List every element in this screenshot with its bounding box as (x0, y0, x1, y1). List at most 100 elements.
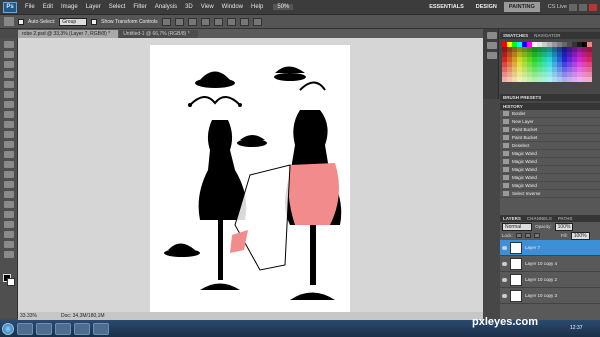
background-color-swatch[interactable] (7, 278, 15, 286)
distribute-vertical-icon[interactable] (252, 17, 262, 26)
history-brush-tool-icon[interactable] (4, 131, 14, 138)
layer-row[interactable]: Layer 10 copy 3 (500, 288, 600, 304)
healing-brush-tool-icon[interactable] (4, 101, 14, 108)
move-tool-icon[interactable] (4, 41, 14, 48)
panel-adjust-icon[interactable] (487, 42, 497, 49)
move-tool-icon[interactable] (4, 17, 14, 26)
swatch[interactable] (587, 77, 592, 82)
lasso-tool-icon[interactable] (4, 61, 14, 68)
menu-layer[interactable]: Layer (82, 4, 105, 10)
clone-stamp-tool-icon[interactable] (4, 121, 14, 128)
align-bottom-icon[interactable] (187, 17, 197, 26)
path-selection-tool-icon[interactable] (4, 201, 14, 208)
hand-tool-icon[interactable] (4, 241, 14, 248)
eye-icon[interactable] (502, 293, 507, 298)
eyedropper-tool-icon[interactable] (4, 91, 14, 98)
taskbar-browser-icon[interactable] (36, 322, 52, 335)
history-item[interactable]: Border (500, 110, 600, 118)
brush-presets-title[interactable]: BRUSH PRESETS (503, 95, 541, 100)
align-center-icon[interactable] (213, 17, 223, 26)
tab-untitled-1[interactable]: Untitled-1 @ 66,7% (RGB/8) * (119, 30, 198, 38)
zoom-status[interactable]: 33.33% (20, 313, 37, 319)
workspace-painting[interactable]: PAINTING (503, 2, 540, 12)
menu-file[interactable]: File (21, 4, 39, 10)
document-canvas[interactable] (150, 45, 350, 312)
swatch-grid[interactable] (502, 42, 598, 82)
layer-row[interactable]: Layer 10 copy 2 (500, 272, 600, 288)
history-item[interactable]: Magic Wand (500, 166, 600, 174)
history-item[interactable]: Select Inverse (500, 190, 600, 198)
distribute-icon[interactable] (239, 17, 249, 26)
history-title[interactable]: HISTORY (503, 104, 523, 109)
layer-row[interactable]: Layer 7 (500, 240, 600, 256)
auto-select-dropdown[interactable]: Group (59, 17, 88, 26)
taskbar-app-icon[interactable] (93, 322, 109, 335)
workspace-essentials[interactable]: ESSENTIALS (424, 2, 469, 12)
marquee-tool-icon[interactable] (4, 51, 14, 58)
dodge-tool-icon[interactable] (4, 171, 14, 178)
crop-tool-icon[interactable] (4, 81, 14, 88)
shape-tool-icon[interactable] (4, 211, 14, 218)
fill-field[interactable]: 100% (570, 231, 590, 240)
menu-analysis[interactable]: Analysis (151, 4, 181, 10)
menu-filter[interactable]: Filter (129, 4, 150, 10)
eye-icon[interactable] (502, 261, 507, 266)
tab-paths[interactable]: PATHS (558, 216, 573, 221)
history-item[interactable]: Paint Bucket (500, 126, 600, 134)
show-transform-checkbox[interactable] (91, 18, 98, 25)
3d-rotate-tool-icon[interactable] (4, 221, 14, 228)
eye-icon[interactable] (502, 277, 507, 282)
auto-select-checkbox[interactable] (18, 18, 24, 25)
history-item[interactable]: Magic Wand (500, 158, 600, 166)
taskbar-media-icon[interactable] (55, 322, 71, 335)
align-middle-icon[interactable] (174, 17, 184, 26)
history-item[interactable]: Magic Wand (500, 150, 600, 158)
align-top-icon[interactable] (161, 17, 171, 26)
gradient-tool-icon[interactable] (4, 151, 14, 158)
menu-help[interactable]: Help (247, 4, 267, 10)
taskbar-photoshop-icon[interactable] (74, 322, 90, 335)
minimize-icon[interactable] (569, 3, 577, 11)
magic-wand-tool-icon[interactable] (4, 71, 14, 78)
lock-transparency-icon[interactable] (515, 233, 522, 238)
tab-navigator[interactable]: NAVIGATOR (534, 33, 560, 38)
workspace-design[interactable]: DESIGN (471, 2, 502, 12)
menu-3d[interactable]: 3D (181, 4, 197, 10)
menu-window[interactable]: Window (218, 4, 247, 10)
history-item[interactable]: Paint Bucket (500, 134, 600, 142)
history-item[interactable]: Magic Wand (500, 174, 600, 182)
close-icon[interactable] (589, 3, 597, 11)
align-left-icon[interactable] (200, 17, 210, 26)
3d-camera-tool-icon[interactable] (4, 231, 14, 238)
cs-live-button[interactable]: CS Live (548, 4, 567, 10)
eye-icon[interactable] (502, 245, 507, 250)
zoom-level-readout[interactable]: 50% (273, 4, 294, 10)
brush-tool-icon[interactable] (4, 111, 14, 118)
eraser-tool-icon[interactable] (4, 141, 14, 148)
history-item[interactable]: Deselect (500, 142, 600, 150)
tab-robe-2[interactable]: robe 2.psd @ 33,3% (Layer 7, RGB/8) * (18, 30, 119, 38)
menu-select[interactable]: Select (105, 4, 130, 10)
maximize-icon[interactable] (579, 3, 587, 11)
tab-layers[interactable]: LAYERS (503, 216, 521, 221)
layer-row[interactable]: Layer 10 copy 4 (500, 256, 600, 272)
blend-mode-select[interactable]: Normal (502, 222, 533, 231)
blur-tool-icon[interactable] (4, 161, 14, 168)
menu-image[interactable]: Image (57, 4, 82, 10)
panel-styles-icon[interactable] (487, 52, 497, 59)
opacity-field[interactable]: 100% (554, 222, 574, 231)
history-item[interactable]: New Layer (500, 118, 600, 126)
zoom-tool-icon[interactable] (4, 251, 14, 258)
pen-tool-icon[interactable] (4, 181, 14, 188)
taskbar-explorer-icon[interactable] (17, 322, 33, 335)
tab-channels[interactable]: CHANNELS (527, 216, 552, 221)
tab-swatches[interactable]: SWATCHES (503, 33, 528, 38)
type-tool-icon[interactable] (4, 191, 14, 198)
lock-position-icon[interactable] (533, 233, 540, 238)
history-item[interactable]: Magic Wand (500, 182, 600, 190)
align-right-icon[interactable] (226, 17, 236, 26)
panel-color-icon[interactable] (487, 32, 497, 39)
lock-pixels-icon[interactable] (524, 233, 531, 238)
menu-edit[interactable]: Edit (39, 4, 57, 10)
start-button[interactable] (2, 322, 14, 335)
